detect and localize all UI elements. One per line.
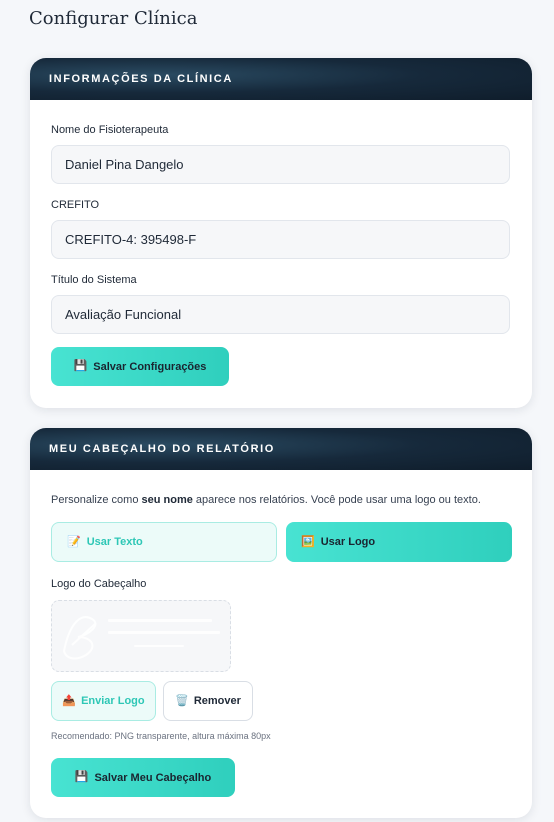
remove-logo-button[interactable]: 🗑️ Remover: [163, 681, 253, 721]
clinic-info-card-header: INFORMAÇÕES DA CLÍNICA: [30, 58, 532, 100]
logo-watermark-image: [62, 616, 220, 660]
logo-preview: [51, 600, 231, 672]
intro-text-before: Personalize como: [51, 494, 142, 506]
use-text-toggle[interactable]: 📝 Usar Texto: [51, 522, 277, 562]
save-settings-button[interactable]: 💾 Salvar Configurações: [51, 347, 229, 386]
report-header-intro: Personalize como seu nome aparece nos re…: [51, 494, 481, 506]
therapist-name-label: Nome do Fisioterapeuta: [51, 124, 169, 136]
save-header-label: Salvar Meu Cabeçalho: [94, 771, 212, 784]
logo-label: Logo do Cabeçalho: [51, 578, 147, 590]
clinic-info-card-body: Nome do Fisioterapeuta CREFITO Título do…: [30, 100, 532, 408]
system-title-label: Título do Sistema: [51, 274, 137, 286]
picture-icon: 🖼️: [301, 535, 315, 548]
memo-icon: 📝: [67, 535, 81, 548]
upload-logo-label: Enviar Logo: [81, 695, 145, 707]
report-header-card: MEU CABEÇALHO DO RELATÓRIO Personalize c…: [30, 428, 532, 818]
use-logo-toggle[interactable]: 🖼️ Usar Logo: [286, 522, 512, 562]
floppy-disk-icon: 💾: [74, 771, 89, 783]
upload-logo-button[interactable]: 📤 Enviar Logo: [51, 681, 156, 721]
crefito-label: CREFITO: [51, 199, 100, 211]
use-text-label: Usar Texto: [86, 536, 143, 548]
floppy-disk-icon: 💾: [73, 360, 88, 372]
trash-icon: 🗑️: [175, 694, 189, 707]
intro-text-after: aparece nos relatórios. Você pode usar u…: [192, 494, 481, 506]
upload-tray-icon: 📤: [62, 694, 77, 707]
crefito-input[interactable]: [51, 220, 510, 259]
logo-hint: Recomendado: PNG transparente, altura má…: [51, 731, 271, 741]
save-header-button[interactable]: 💾 Salvar Meu Cabeçalho: [51, 758, 235, 797]
save-settings-label: Salvar Configurações: [93, 360, 207, 373]
report-header-card-header: MEU CABEÇALHO DO RELATÓRIO: [30, 428, 532, 470]
report-header-card-body: Personalize como seu nome aparece nos re…: [30, 470, 532, 818]
use-logo-label: Usar Logo: [320, 536, 376, 548]
remove-logo-label: Remover: [193, 695, 241, 707]
system-title-input[interactable]: [51, 295, 510, 334]
clinic-info-card: INFORMAÇÕES DA CLÍNICA Nome do Fisiotera…: [30, 58, 532, 408]
therapist-name-input[interactable]: [51, 145, 510, 184]
page-title: Configurar Clínica: [29, 8, 198, 29]
intro-text-bold: seu nome: [141, 494, 193, 506]
